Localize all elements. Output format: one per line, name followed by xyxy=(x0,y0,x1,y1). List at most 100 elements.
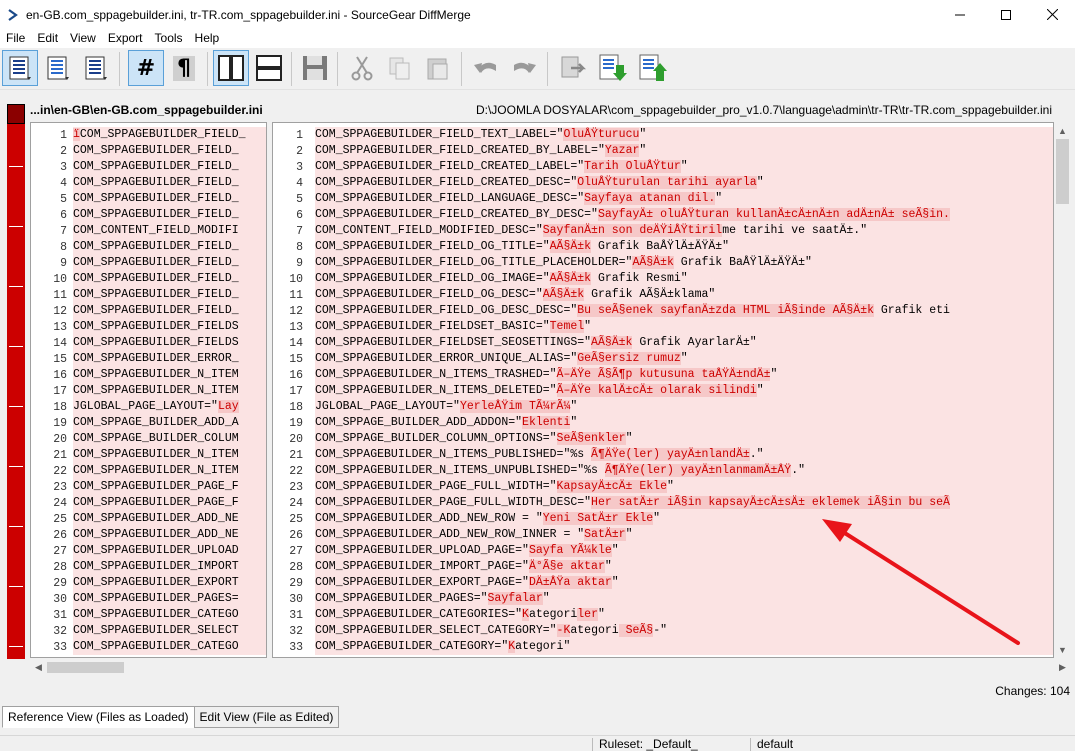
next-change-button[interactable] xyxy=(595,50,631,86)
left-diff-line[interactable]: 14 COM_SPPAGEBUILDER_FIELDS xyxy=(31,335,266,351)
right-diff-line[interactable]: 31 COM_SPPAGEBUILDER_CATEGORIES="Kategori… xyxy=(273,607,1053,623)
left-diff-line[interactable]: 33 COM_SPPAGEBUILDER_CATEGO xyxy=(31,639,266,655)
horizontal-scrollbar[interactable]: ◀ ▶ xyxy=(30,659,1071,676)
menu-edit[interactable]: Edit xyxy=(31,29,64,48)
left-diff-line[interactable]: 30 COM_SPPAGEBUILDER_PAGES= xyxy=(31,591,266,607)
diff-overview-bar[interactable] xyxy=(7,104,25,659)
right-diff-line[interactable]: 1 COM_SPPAGEBUILDER_FIELD_TEXT_LABEL="Olu… xyxy=(273,127,1053,143)
cut-button[interactable] xyxy=(344,50,380,86)
right-diff-line[interactable]: 14 COM_SPPAGEBUILDER_FIELDSET_SEOSETTINGS… xyxy=(273,335,1053,351)
overview-viewport-indicator[interactable] xyxy=(7,104,25,124)
left-diff-line[interactable]: 15 COM_SPPAGEBUILDER_ERROR_ xyxy=(31,351,266,367)
left-diff-line[interactable]: 5 COM_SPPAGEBUILDER_FIELD_ xyxy=(31,191,266,207)
left-diff-line[interactable]: 11 COM_SPPAGEBUILDER_FIELD_ xyxy=(31,287,266,303)
right-diff-line[interactable]: 7 COM_CONTENT_FIELD_MODIFIED_DESC="Sayfan… xyxy=(273,223,1053,239)
line-numbers-button[interactable]: # xyxy=(128,50,164,86)
left-diff-line[interactable]: 9 COM_SPPAGEBUILDER_FIELD_ xyxy=(31,255,266,271)
right-diff-line[interactable]: 6 COM_SPPAGEBUILDER_FIELD_CREATED_BY_DESC… xyxy=(273,207,1053,223)
left-diff-line[interactable]: 4 COM_SPPAGEBUILDER_FIELD_ xyxy=(31,175,266,191)
right-diff-line[interactable]: 15 COM_SPPAGEBUILDER_ERROR_UNIQUE_ALIAS="… xyxy=(273,351,1053,367)
right-diff-line[interactable]: 23 COM_SPPAGEBUILDER_PAGE_FULL_WIDTH="Kap… xyxy=(273,479,1053,495)
left-diff-line[interactable]: 22 COM_SPPAGEBUILDER_N_ITEM xyxy=(31,463,266,479)
right-diff-line[interactable]: 4 COM_SPPAGEBUILDER_FIELD_CREATED_DESC="O… xyxy=(273,175,1053,191)
menu-file[interactable]: File xyxy=(0,29,31,48)
left-diff-line[interactable]: 18 JGLOBAL_PAGE_LAYOUT="Lay xyxy=(31,399,266,415)
menu-export[interactable]: Export xyxy=(102,29,149,48)
menu-help[interactable]: Help xyxy=(189,29,226,48)
left-diff-line[interactable]: 19 COM_SPPAGE_BUILDER_ADD_A xyxy=(31,415,266,431)
scroll-up-arrow-icon[interactable]: ▲ xyxy=(1054,122,1071,139)
right-diff-line[interactable]: 20 COM_SPPAGE_BUILDER_COLUMN_OPTIONS="SeÃ… xyxy=(273,431,1053,447)
left-diff-line[interactable]: 23 COM_SPPAGEBUILDER_PAGE_F xyxy=(31,479,266,495)
right-diff-line[interactable]: 33 COM_SPPAGEBUILDER_CATEGORY="Kategori" xyxy=(273,639,1053,655)
right-diff-line[interactable]: 18 JGLOBAL_PAGE_LAYOUT="YerleÅŸim TÃ¼rÃ¼" xyxy=(273,399,1053,415)
right-diff-line[interactable]: 22 COM_SPPAGEBUILDER_N_ITEMS_UNPUBLISHED=… xyxy=(273,463,1053,479)
menu-tools[interactable]: Tools xyxy=(149,29,189,48)
right-diff-line[interactable]: 29 COM_SPPAGEBUILDER_EXPORT_PAGE="DÄ±ÅŸa … xyxy=(273,575,1053,591)
right-diff-line[interactable]: 25 COM_SPPAGEBUILDER_ADD_NEW_ROW = "Yeni … xyxy=(273,511,1053,527)
left-diff-line[interactable]: 3 COM_SPPAGEBUILDER_FIELD_ xyxy=(31,159,266,175)
redo-button[interactable] xyxy=(506,50,542,86)
left-diff-line[interactable]: 28 COM_SPPAGEBUILDER_IMPORT xyxy=(31,559,266,575)
prev-change-button[interactable] xyxy=(635,50,671,86)
view-context-button[interactable] xyxy=(78,50,114,86)
left-diff-line[interactable]: 25 COM_SPPAGEBUILDER_ADD_NE xyxy=(31,511,266,527)
right-diff-line[interactable]: 9 COM_SPPAGEBUILDER_FIELD_OG_TITLE_PLACEH… xyxy=(273,255,1053,271)
right-diff-line[interactable]: 16 COM_SPPAGEBUILDER_N_ITEMS_TRASHED="Ã–Ä… xyxy=(273,367,1053,383)
right-diff-line[interactable]: 11 COM_SPPAGEBUILDER_FIELD_OG_DESC="AÃ§Ä±… xyxy=(273,287,1053,303)
scroll-right-arrow-icon[interactable]: ▶ xyxy=(1054,659,1071,676)
right-diff-line[interactable]: 27 COM_SPPAGEBUILDER_UPLOAD_PAGE="Sayfa Y… xyxy=(273,543,1053,559)
right-diff-line[interactable]: 21 COM_SPPAGEBUILDER_N_ITEMS_PUBLISHED="%… xyxy=(273,447,1053,463)
left-diff-line[interactable]: 20 COM_SPPAGE_BUILDER_COLUM xyxy=(31,431,266,447)
vertical-scroll-thumb[interactable] xyxy=(1056,139,1069,204)
menu-view[interactable]: View xyxy=(64,29,102,48)
right-diff-line[interactable]: 10 COM_SPPAGEBUILDER_FIELD_OG_IMAGE="AÃ§Ä… xyxy=(273,271,1053,287)
left-diff-line[interactable]: 6 COM_SPPAGEBUILDER_FIELD_ xyxy=(31,207,266,223)
right-diff-line[interactable]: 26 COM_SPPAGEBUILDER_ADD_NEW_ROW_INNER = … xyxy=(273,527,1053,543)
save-button[interactable] xyxy=(297,50,333,86)
right-diff-line[interactable]: 3 COM_SPPAGEBUILDER_FIELD_CREATED_LABEL="… xyxy=(273,159,1053,175)
left-diff-line[interactable]: 10 COM_SPPAGEBUILDER_FIELD_ xyxy=(31,271,266,287)
left-diff-line[interactable]: 16 COM_SPPAGEBUILDER_N_ITEM xyxy=(31,367,266,383)
right-file-pane[interactable]: 1 COM_SPPAGEBUILDER_FIELD_TEXT_LABEL="Olu… xyxy=(272,122,1054,658)
vertical-scrollbar[interactable]: ▲ ▼ xyxy=(1054,122,1071,658)
minimize-button[interactable] xyxy=(937,0,983,29)
left-diff-line[interactable]: 21 COM_SPPAGEBUILDER_N_ITEM xyxy=(31,447,266,463)
right-diff-line[interactable]: 5 COM_SPPAGEBUILDER_FIELD_LANGUAGE_DESC="… xyxy=(273,191,1053,207)
right-diff-line[interactable]: 30 COM_SPPAGEBUILDER_PAGES="Sayfalar" xyxy=(273,591,1053,607)
show-whitespace-button[interactable]: ¶ xyxy=(166,50,202,86)
paste-button[interactable] xyxy=(420,50,456,86)
right-diff-line[interactable]: 2 COM_SPPAGEBUILDER_FIELD_CREATED_BY_LABE… xyxy=(273,143,1053,159)
left-diff-line[interactable]: 27 COM_SPPAGEBUILDER_UPLOAD xyxy=(31,543,266,559)
right-diff-line[interactable]: 13 COM_SPPAGEBUILDER_FIELDSET_BASIC="Teme… xyxy=(273,319,1053,335)
scroll-down-arrow-icon[interactable]: ▼ xyxy=(1054,641,1071,658)
left-diff-line[interactable]: 29 COM_SPPAGEBUILDER_EXPORT xyxy=(31,575,266,591)
undo-button[interactable] xyxy=(468,50,504,86)
left-diff-line[interactable]: 8 COM_SPPAGEBUILDER_FIELD_ xyxy=(31,239,266,255)
right-diff-line[interactable]: 28 COM_SPPAGEBUILDER_IMPORT_PAGE="Ä°Ã§e a… xyxy=(273,559,1053,575)
left-diff-line[interactable]: 1 ïCOM_SPPAGEBUILDER_FIELD_ xyxy=(31,127,266,143)
copy-button[interactable] xyxy=(382,50,418,86)
view-changes-button[interactable] xyxy=(40,50,76,86)
right-diff-line[interactable]: 32 COM_SPPAGEBUILDER_SELECT_CATEGORY="-Ka… xyxy=(273,623,1053,639)
left-diff-line[interactable]: 17 COM_SPPAGEBUILDER_N_ITEM xyxy=(31,383,266,399)
left-diff-line[interactable]: 32 COM_SPPAGEBUILDER_SELECT xyxy=(31,623,266,639)
export-button[interactable] xyxy=(555,50,591,86)
tab-reference-view[interactable]: Reference View (Files as Loaded) xyxy=(2,706,195,728)
right-diff-line[interactable]: 19 COM_SPPAGE_BUILDER_ADD_ADDON="Eklenti" xyxy=(273,415,1053,431)
horizontal-scroll-thumb[interactable] xyxy=(47,662,124,673)
left-diff-line[interactable]: 2 COM_SPPAGEBUILDER_FIELD_ xyxy=(31,143,266,159)
right-diff-line[interactable]: 12 COM_SPPAGEBUILDER_FIELD_OG_DESC_DESC="… xyxy=(273,303,1053,319)
left-diff-line[interactable]: 7 COM_CONTENT_FIELD_MODIFI xyxy=(31,223,266,239)
left-diff-line[interactable]: 13 COM_SPPAGEBUILDER_FIELDS xyxy=(31,319,266,335)
right-diff-line[interactable]: 24 COM_SPPAGEBUILDER_PAGE_FULL_WIDTH_DESC… xyxy=(273,495,1053,511)
left-diff-line[interactable]: 31 COM_SPPAGEBUILDER_CATEGO xyxy=(31,607,266,623)
right-diff-line[interactable]: 8 COM_SPPAGEBUILDER_FIELD_OG_TITLE="AÃ§Ä±… xyxy=(273,239,1053,255)
left-file-pane[interactable]: 1 ïCOM_SPPAGEBUILDER_FIELD_ 2 COM_SPPAGEBUI… xyxy=(30,122,267,658)
tab-edit-view[interactable]: Edit View (File as Edited) xyxy=(193,706,340,728)
view-all-button[interactable] xyxy=(2,50,38,86)
close-button[interactable] xyxy=(1029,0,1075,29)
right-diff-line[interactable]: 17 COM_SPPAGEBUILDER_N_ITEMS_DELETED="Ã–Ä… xyxy=(273,383,1053,399)
split-vertical-button[interactable] xyxy=(213,50,249,86)
maximize-button[interactable] xyxy=(983,0,1029,29)
